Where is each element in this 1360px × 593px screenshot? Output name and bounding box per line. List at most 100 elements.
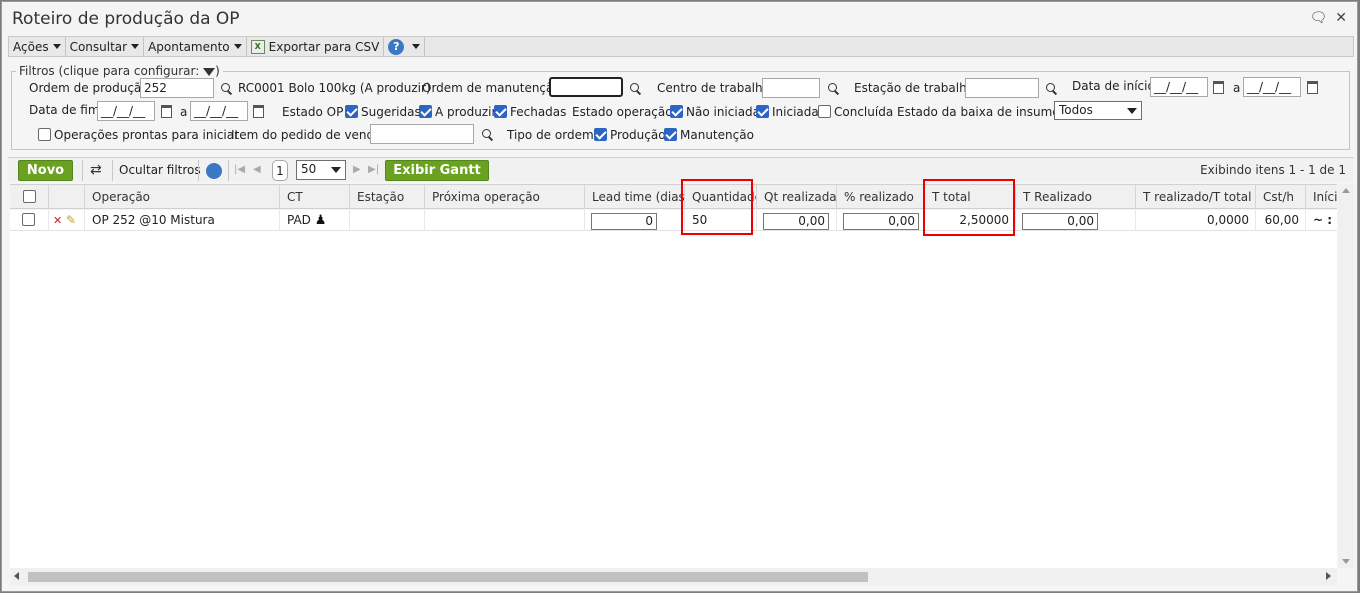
baixa-insumos-label: Estado da baixa de insumos: [897, 105, 1066, 119]
new-button[interactable]: Novo: [18, 160, 73, 181]
col-t-realizado[interactable]: T Realizado: [1015, 185, 1135, 209]
table-row[interactable]: ✕ ✎ OP 252 @10 Mistura PAD ♟ 0 50 0,00 0…: [10, 210, 1337, 231]
estado-operacao-label: Estado operação: [572, 105, 673, 119]
operacoes-prontas-checkbox[interactable]: [38, 128, 51, 141]
scroll-left-icon[interactable]: [14, 572, 19, 580]
page-number-input[interactable]: 1: [272, 160, 288, 181]
row-checkbox[interactable]: [22, 213, 35, 226]
iniciada-checkbox[interactable]: [756, 105, 769, 118]
help-menu[interactable]: ?: [384, 37, 426, 56]
calendar-icon[interactable]: [161, 105, 172, 118]
col-estacao[interactable]: Estação: [349, 185, 424, 209]
calendar-icon[interactable]: [1307, 81, 1318, 94]
search-icon[interactable]: [827, 82, 839, 94]
col-t-ratio[interactable]: T realizado/T total: [1135, 185, 1255, 209]
producao-label: Produção: [610, 128, 666, 142]
producao-checkbox[interactable]: [594, 128, 607, 141]
last-page-icon[interactable]: ▶|: [368, 164, 379, 175]
funnel-icon[interactable]: [203, 67, 216, 76]
cell-proxima-operacao: [424, 210, 584, 231]
data-inicio-to-input[interactable]: __/__/__: [1243, 77, 1301, 97]
vertical-scrollbar[interactable]: [1338, 184, 1354, 568]
actions-header: [48, 185, 84, 209]
col-lead-time[interactable]: Lead time (dias): [584, 185, 684, 209]
calendar-icon[interactable]: [1213, 81, 1224, 94]
data-inicio-from-input[interactable]: __/__/__: [1150, 77, 1208, 97]
data-fim-from-input[interactable]: __/__/__: [97, 101, 155, 121]
t-total-highlight: [923, 179, 1015, 236]
ordem-producao-input[interactable]: 252: [140, 78, 214, 98]
manutencao-checkbox[interactable]: [664, 128, 677, 141]
scroll-down-icon[interactable]: [1342, 559, 1350, 564]
calendar-icon[interactable]: [253, 105, 264, 118]
tipo-ordem-label: Tipo de ordem: [507, 128, 594, 142]
item-pedido-input[interactable]: [370, 124, 474, 144]
data-fim-to-input[interactable]: __/__/__: [190, 101, 248, 121]
close-icon[interactable]: ✕: [1335, 10, 1347, 26]
menu-acoes[interactable]: Ações: [9, 37, 66, 56]
fechadas-checkbox[interactable]: [494, 105, 507, 118]
ordem-manutencao-input[interactable]: [549, 77, 623, 97]
ordem-manutencao-label: Ordem de manutenção: [422, 81, 561, 95]
search-icon[interactable]: [1045, 82, 1057, 94]
row-actions: ✕ ✎: [48, 210, 84, 231]
cell-pct-realizado: 0,00: [836, 210, 924, 231]
col-cst-h[interactable]: Cst/h: [1255, 185, 1305, 209]
col-qt-realizada[interactable]: Qt realizada: [756, 185, 836, 209]
hide-filters-button[interactable]: Ocultar filtros: [119, 163, 201, 177]
export-csv-button[interactable]: X Exportar para CSV: [247, 37, 385, 56]
menu-apontamento[interactable]: Apontamento: [144, 37, 247, 56]
grid-body: ✕ ✎ OP 252 @10 Mistura PAD ♟ 0 50 0,00 0…: [10, 210, 1337, 568]
exibir-gantt-button[interactable]: Exibir Gantt: [385, 160, 489, 181]
menu-bar: Ações Consultar Apontamento X Exportar pa…: [8, 36, 1354, 57]
filters-legend[interactable]: Filtros (clique para configurar: ): [16, 64, 223, 78]
prev-page-icon[interactable]: ◀: [253, 164, 261, 175]
lead-time-input[interactable]: 0: [591, 213, 657, 230]
nao-iniciada-checkbox[interactable]: [670, 105, 683, 118]
fechadas-label: Fechadas: [510, 105, 567, 119]
chevron-down-icon: [331, 167, 341, 173]
col-operacao[interactable]: Operação: [84, 185, 279, 209]
search-icon[interactable]: [629, 82, 641, 94]
roteiro-window: Roteiro de produção da OP 🗨 ✕ Ações Cons…: [1, 1, 1358, 592]
a-produzir-checkbox[interactable]: [419, 105, 432, 118]
select-all-checkbox[interactable]: [23, 190, 36, 203]
horizontal-scroll-thumb[interactable]: [28, 572, 868, 582]
col-pct-realizado[interactable]: % realizado: [836, 185, 924, 209]
baixa-insumos-select[interactable]: Todos: [1054, 101, 1142, 120]
cell-t-realizado: 0,00: [1015, 210, 1135, 231]
search-icon[interactable]: [481, 128, 493, 140]
cell-qt-realizada: 0,00: [756, 210, 836, 231]
col-proxima-operacao[interactable]: Próxima operação: [424, 185, 584, 209]
manutencao-label: Manutenção: [680, 128, 754, 142]
sugeridas-checkbox[interactable]: [345, 105, 358, 118]
cell-t-ratio: 0,0000: [1135, 210, 1255, 231]
t-realizado-input[interactable]: 0,00: [1022, 213, 1098, 230]
page-size-select[interactable]: 50: [296, 160, 346, 180]
concluida-checkbox[interactable]: [818, 105, 831, 118]
col-ct[interactable]: CT: [279, 185, 349, 209]
refresh-icon[interactable]: ⇄: [90, 162, 102, 178]
search-icon[interactable]: [220, 82, 232, 94]
menu-consultar[interactable]: Consultar: [66, 37, 145, 56]
iniciada-label: Iniciada: [772, 105, 819, 119]
scroll-up-icon[interactable]: [1342, 188, 1350, 193]
pct-realizado-input[interactable]: 0,00: [843, 213, 919, 230]
comment-icon[interactable]: 🗨: [1309, 10, 1327, 26]
next-page-icon[interactable]: ▶: [353, 164, 361, 175]
edit-pencil-icon[interactable]: ✎: [66, 210, 76, 231]
cell-ct: PAD ♟: [279, 210, 349, 231]
scroll-right-icon[interactable]: [1326, 572, 1331, 580]
qt-realizada-input[interactable]: 0,00: [763, 213, 829, 230]
grid-header: Operação CT Estação Próxima operação Lea…: [10, 184, 1337, 209]
delete-icon[interactable]: ✕: [53, 210, 62, 231]
centro-trabalho-input[interactable]: [762, 78, 820, 98]
item-pedido-label: Item do pedido de venda: [231, 128, 382, 142]
ordem-producao-desc: RC0001 Bolo 100kg (A produzir): [238, 81, 431, 95]
horizontal-scrollbar[interactable]: [10, 568, 1337, 585]
estacao-trabalho-input[interactable]: [965, 78, 1039, 98]
col-inicio[interactable]: Início: [1305, 185, 1337, 209]
first-page-icon[interactable]: |◀: [234, 164, 245, 175]
range-separator: a: [1233, 81, 1241, 95]
help-icon[interactable]: [206, 163, 222, 179]
